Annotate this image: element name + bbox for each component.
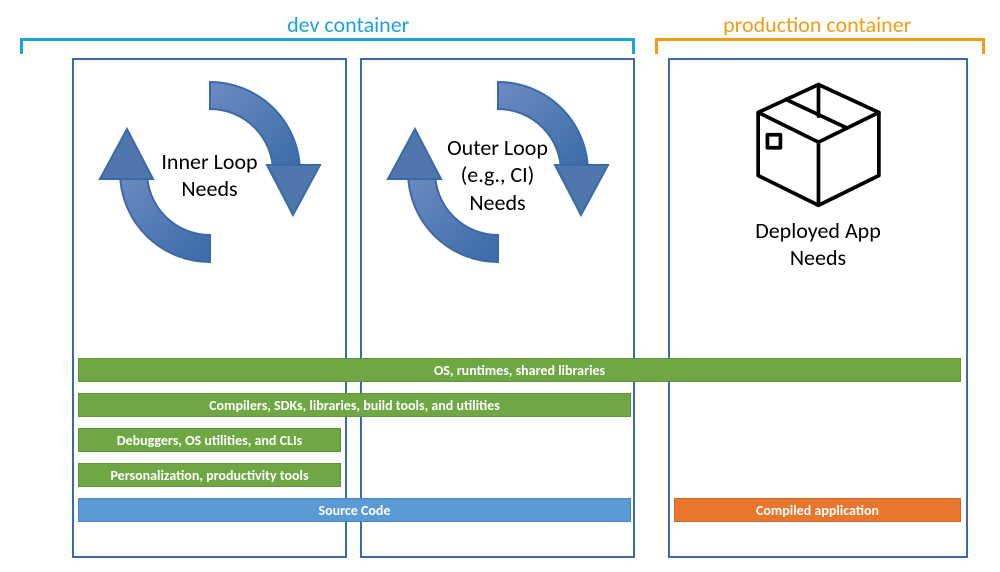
inner-loop-graphic: Inner LoopNeeds [74,60,345,290]
dev-container-header: dev container [72,11,624,38]
prod-bracket [655,38,985,58]
production-graphic: Deployed AppNeeds [670,60,966,290]
dev-bracket [20,38,635,58]
columns-area: Inner LoopNeeds Outer Loop(e.g., CI)Need… [0,58,1000,563]
header-row: dev container production container [0,0,1000,38]
outer-loop-graphic: Outer Loop(e.g., CI)Needs [362,60,633,290]
layer-debuggers: Debuggers, OS utilities, and CLIs [78,428,341,452]
layer-source-code: Source Code [78,498,631,522]
layer-compiled-app: Compiled application [674,498,961,522]
package-box-icon [746,79,891,209]
layer-os: OS, runtimes, shared libraries [78,358,961,382]
layer-compilers: Compilers, SDKs, libraries, build tools,… [78,393,631,417]
outer-loop-label: Outer Loop(e.g., CI)Needs [447,134,548,217]
container-diagram: dev container production container Inn [0,0,1000,572]
inner-loop-label: Inner LoopNeeds [161,148,257,203]
production-container-header: production container [654,11,980,38]
layer-personalization: Personalization, productivity tools [78,463,341,487]
production-label: Deployed AppNeeds [755,217,881,272]
outer-loop-column: Outer Loop(e.g., CI)Needs [360,58,635,558]
production-column: Deployed AppNeeds [668,58,968,558]
